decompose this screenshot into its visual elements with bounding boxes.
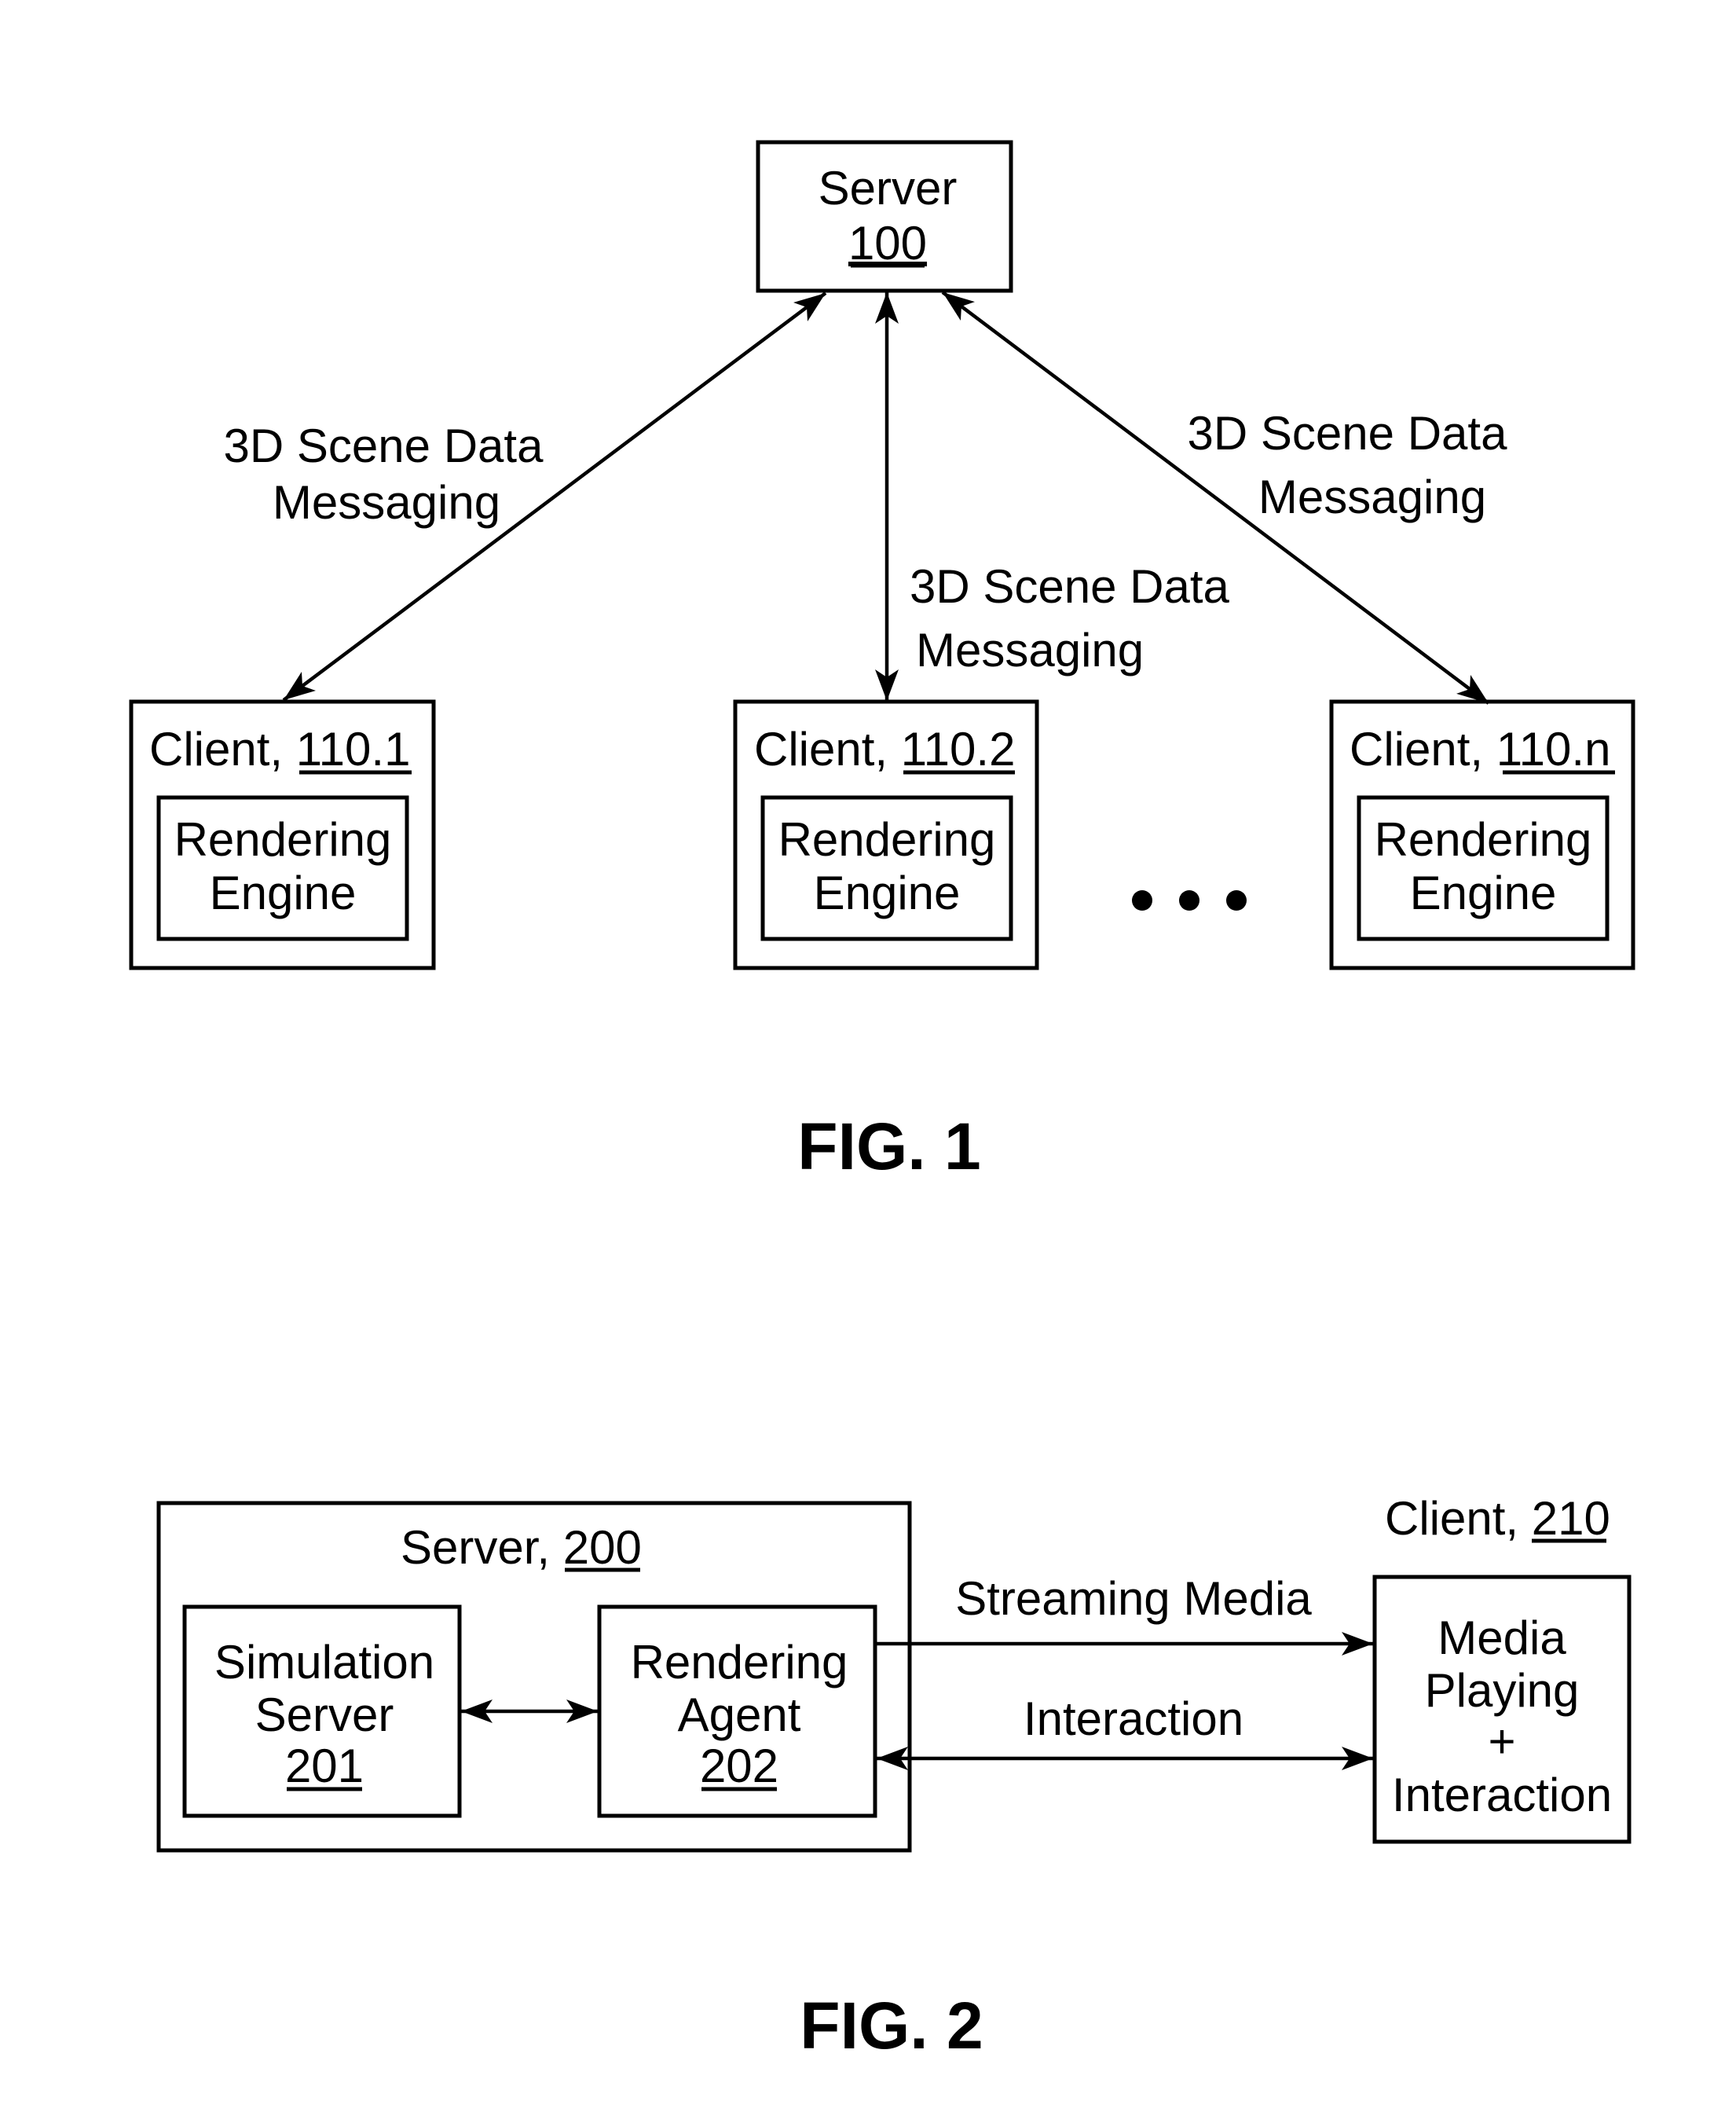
client-ref: 110.2 [901,723,1016,776]
ellipsis-more-clients [1132,890,1247,911]
client-label-text: Client, [754,723,901,776]
server-100-label: Server [819,162,958,214]
link-streaming-media [875,1632,1373,1656]
server-label-text: Server, [401,1521,563,1574]
ellipsis-dot [1179,890,1199,911]
client-label-text: Client, [1350,723,1496,776]
link-left-line1: 3D Scene Data [224,420,544,472]
link-right-line1: 3D Scene Data [1188,407,1508,460]
patent-figures: Server 100 Client, 110.1 Rendering Engin… [129,140,1635,2062]
client-210-label: Client, 210 [1385,1492,1610,1545]
client-110-n-node: Client, 110.n Rendering Engine [1329,699,1635,970]
rendering-agent-202-node: Rendering Agent 202 [597,1604,877,1818]
rendering-engine-2-line1: Rendering [778,813,996,866]
rendering-engine-1-line2: Engine [210,867,357,919]
client-110-1-label: Client, 110.1 [149,723,410,776]
rendering-engine-n-line2: Engine [1410,867,1557,919]
client-ref: 110.1 [296,723,411,776]
client-110-2-node: Client, 110.2 Rendering Engine [733,699,1039,970]
link-label-left: 3D Scene Data Messaging [224,420,544,529]
server-200-label: Server, 200 [401,1521,642,1574]
link-middle-line1: 3D Scene Data [910,560,1230,613]
server-100-node: Server 100 [756,140,1013,293]
rendering-agent-line2: Agent [678,1688,801,1741]
link-label-middle: 3D Scene Data Messaging [910,560,1230,676]
link-right-line2: Messaging [1258,471,1486,523]
arrowhead-icon [793,293,826,322]
client-label-text: Client, [1385,1492,1532,1545]
link-label-right: 3D Scene Data Messaging [1188,407,1508,523]
rendering-agent-line1: Rendering [631,1636,848,1688]
server-100-ref: 100 [848,217,927,270]
client-210-line4: Interaction [1392,1769,1612,1821]
rendering-engine-n-line1: Rendering [1375,813,1592,866]
arrowhead-icon [284,671,316,700]
fig2-caption: FIG. 2 [800,1989,983,2062]
rendering-agent-ref: 202 [700,1740,778,1792]
client-210-line2: Playing [1425,1664,1580,1717]
client-ref: 110.n [1496,723,1611,776]
arrowhead-icon [943,292,975,321]
server-ref: 200 [563,1521,642,1574]
link-server-client-2 [875,292,899,701]
simulation-server-201-node: Simulation Server 201 [182,1604,462,1818]
rendering-engine-2-line2: Engine [814,867,961,919]
link-interaction [877,1747,1373,1770]
simulation-server-line1: Simulation [214,1636,434,1688]
client-110-1-node: Client, 110.1 Rendering Engine [129,699,436,970]
client-210-line1: Media [1438,1612,1566,1664]
arrowhead-icon [1456,674,1489,703]
client-label-text: Client, [149,723,296,776]
client-210-node: Client, 210 Media Playing + Interaction [1372,1492,1632,1844]
simulation-server-ref: 201 [285,1740,364,1792]
link-middle-line2: Messaging [916,624,1144,676]
client-110-2-label: Client, 110.2 [754,723,1015,776]
ellipsis-dot [1132,890,1152,911]
streaming-media-label: Streaming Media [955,1572,1312,1625]
simulation-server-line2: Server [255,1688,394,1741]
link-left-line2: Messaging [273,476,500,529]
fig2: Server, 200 Simulation Server 201 Render… [156,1492,1632,2062]
rendering-engine-1-line1: Rendering [174,813,392,866]
client-ref: 210 [1532,1492,1610,1545]
fig1-caption: FIG. 1 [797,1109,980,1183]
fig1: Server 100 Client, 110.1 Rendering Engin… [129,140,1635,1183]
ellipsis-dot [1226,890,1247,911]
client-110-n-label: Client, 110.n [1350,723,1610,776]
client-210-line3: + [1488,1715,1515,1768]
link-simulation-rendering [461,1700,598,1723]
interaction-label: Interaction [1024,1692,1243,1745]
